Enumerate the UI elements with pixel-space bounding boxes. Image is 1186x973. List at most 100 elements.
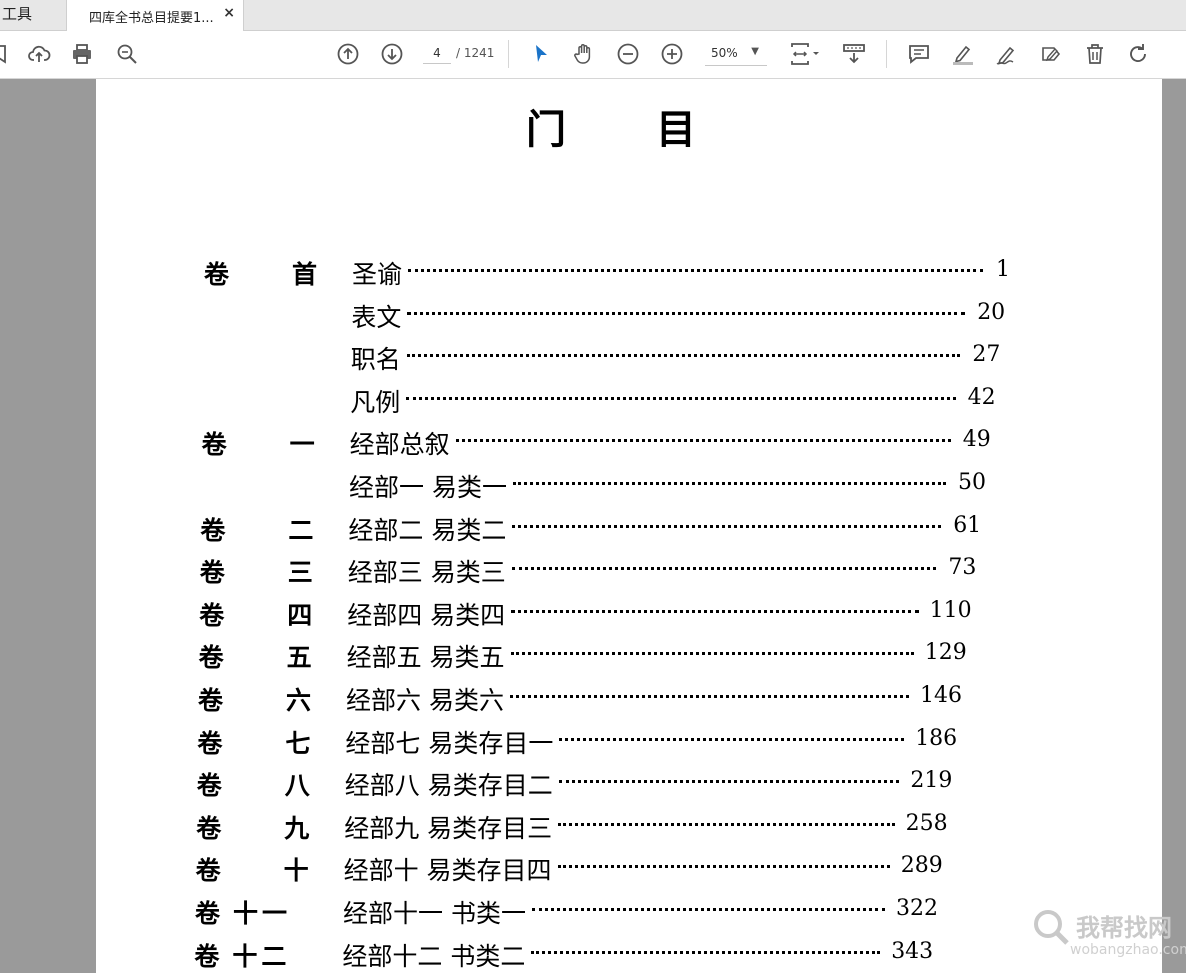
- toc-dot-leader: [407, 311, 966, 315]
- toc-volume-number: 十一: [233, 899, 292, 928]
- toc-volume-label: 卷: [196, 771, 222, 801]
- toc-volume-label: 卷: [199, 558, 225, 588]
- watermark-magnifier-icon: [1034, 910, 1069, 945]
- toc-row: 卷三经部三 易类三 73: [96, 547, 1162, 587]
- toc-row: 卷八经部八 易类存目二 219: [96, 760, 1162, 800]
- toc-dot-leader: [557, 865, 890, 869]
- zoom-in-icon[interactable]: [659, 41, 685, 67]
- toc-volume-label: 卷: [197, 728, 223, 758]
- toc-volume-number: 一: [289, 430, 319, 460]
- toc-row: 职名 27: [96, 334, 1162, 374]
- toc-dot-leader: [406, 354, 961, 358]
- toolbar-divider: [886, 40, 887, 68]
- toc-entry-title: 经部四 易类四: [347, 600, 506, 630]
- toc-volume-label: 卷: [199, 600, 225, 630]
- toc-volume-label: 卷: [201, 430, 227, 460]
- toc-dot-leader: [408, 269, 983, 272]
- tab-close-icon[interactable]: ×: [223, 5, 235, 21]
- toc-entry-title: 经部十 易类存目四: [343, 856, 552, 886]
- toc-row: 卷一经部总叙 49: [96, 419, 1162, 459]
- delete-icon[interactable]: [1082, 41, 1108, 67]
- highlight-icon[interactable]: [950, 41, 976, 67]
- toc-volume-label: 卷: [195, 899, 221, 928]
- chevron-down-icon: ▼: [751, 46, 759, 57]
- toc-volume-number: 七: [285, 728, 315, 758]
- tab-document[interactable]: 四库全书总目提要1... ×: [66, 0, 244, 31]
- toc-entry-title: 表文: [351, 302, 402, 332]
- toc-dot-leader: [511, 609, 919, 613]
- toc-entry-title: 职名: [350, 345, 401, 375]
- toc-dot-leader: [406, 396, 956, 400]
- toc-dot-leader: [531, 908, 885, 911]
- toc-volume-label: 卷: [198, 643, 224, 673]
- toc-entry-title: 经部总叙: [349, 430, 450, 460]
- toc-volume-label: 卷: [198, 686, 224, 715]
- toc-volume-number: 八: [284, 771, 314, 801]
- toolbar: / 1241 50% ▼: [0, 31, 1186, 79]
- toc-dot-leader: [455, 439, 951, 443]
- page-number-input[interactable]: [423, 43, 451, 64]
- scroll-mode-icon[interactable]: [841, 41, 867, 67]
- toc-volume-label: 卷: [195, 856, 221, 886]
- toc-dot-leader: [558, 780, 900, 784]
- toc-dot-leader: [512, 524, 942, 528]
- toc-volume-number: 首: [292, 260, 322, 289]
- toc-entry-title: 经部五 易类五: [346, 643, 505, 673]
- zoom-select[interactable]: 50% ▼: [705, 43, 767, 66]
- sign-icon[interactable]: [1038, 41, 1064, 67]
- toc-row: 卷十一 经部十一 书类一 322: [96, 888, 1162, 928]
- toc-entry-title: 经部八 易类存目二: [344, 771, 553, 801]
- toc-row: 卷四经部四 易类四 110: [96, 590, 1162, 630]
- toc-row: 卷七经部七 易类存目一 186: [96, 718, 1162, 758]
- page-heading-right: 目: [656, 106, 696, 153]
- toc-row: 卷首圣谕 1: [96, 249, 1162, 289]
- toc-entry-title: 经部七 易类存目一: [345, 728, 554, 758]
- page-total: / 1241: [456, 46, 495, 60]
- toc-entry-title: 经部十一 书类一: [343, 899, 526, 928]
- select-arrow-icon[interactable]: [528, 41, 554, 67]
- hand-pan-icon[interactable]: [571, 41, 597, 67]
- toc-entry-title: 经部九 易类存目三: [344, 813, 553, 843]
- toc-volume-number: 九: [284, 813, 314, 843]
- toc-dot-leader: [511, 567, 937, 571]
- watermark: 我帮找网 wobangzhao.com: [1030, 902, 1186, 968]
- bookmark-icon[interactable]: [0, 41, 12, 67]
- print-icon[interactable]: [69, 41, 95, 67]
- toc-entry-title: 凡例: [350, 387, 401, 417]
- next-page-icon[interactable]: [379, 41, 405, 67]
- search-zoom-icon[interactable]: [114, 41, 140, 67]
- zoom-value: 50%: [711, 46, 738, 60]
- toc-dot-leader: [558, 822, 895, 826]
- toc-volume-number: 四: [287, 600, 317, 630]
- tab-bar: 工具 四库全书总目提要1... ×: [0, 0, 1186, 31]
- draw-icon[interactable]: [994, 41, 1020, 67]
- toc-volume-number: 二: [288, 515, 318, 545]
- watermark-text-cn: 我帮找网: [1076, 914, 1172, 942]
- toc-row: 卷九经部九 易类存目三 258: [96, 803, 1162, 843]
- toc-row: 卷二经部二 易类二 61: [96, 505, 1162, 545]
- fit-page-icon[interactable]: [786, 41, 822, 67]
- tab-document-title: 四库全书总目提要1...: [89, 11, 214, 26]
- toc-volume-label: 卷: [194, 941, 220, 971]
- toc-entry-title: 圣谕: [352, 260, 403, 289]
- tab-tools[interactable]: 工具: [0, 0, 66, 30]
- toolbar-divider: [508, 40, 509, 68]
- upload-cloud-icon[interactable]: [26, 41, 52, 67]
- toc-volume-number: 五: [286, 643, 316, 673]
- zoom-out-icon[interactable]: [615, 41, 641, 67]
- page-heading-left: 门: [526, 106, 566, 153]
- rotate-icon[interactable]: [1125, 41, 1151, 67]
- prev-page-icon[interactable]: [335, 41, 361, 67]
- toc-dot-leader: [509, 695, 909, 698]
- comment-icon[interactable]: [906, 41, 932, 67]
- toc-volume-number: 六: [286, 686, 316, 715]
- toc-volume-label: 卷: [204, 260, 230, 289]
- toc-volume-number: 三: [287, 558, 317, 588]
- toc-row: 凡例 42: [96, 377, 1162, 417]
- toc-row: 经部一 易类一 50: [96, 462, 1162, 502]
- toc-dot-leader: [531, 950, 881, 954]
- toc-volume-label: 卷: [200, 515, 226, 545]
- toc-dot-leader: [510, 652, 914, 656]
- toc-row: 卷六经部六 易类六 146: [96, 675, 1162, 715]
- toc-entry-title: 经部三 易类三: [347, 558, 506, 588]
